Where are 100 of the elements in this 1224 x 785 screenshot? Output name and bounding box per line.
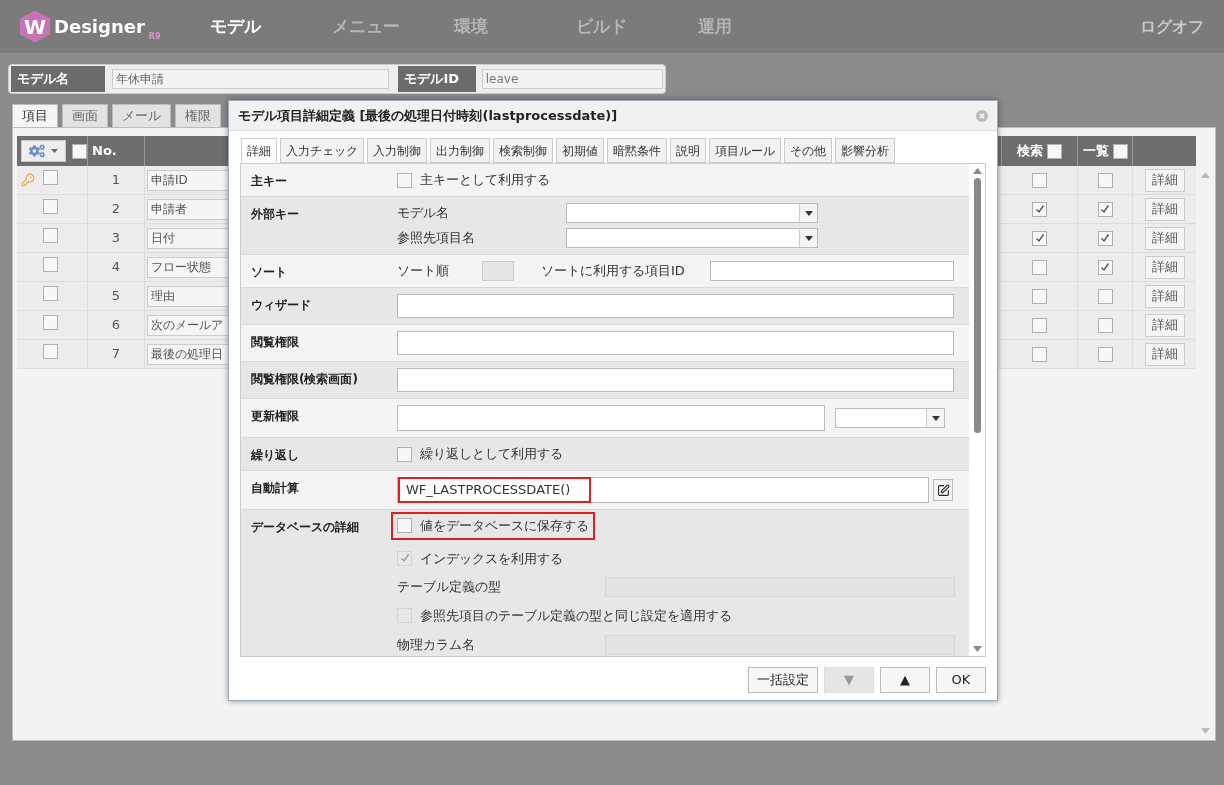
scroll-down-icon[interactable]: [972, 646, 982, 652]
detail-button[interactable]: 詳細: [1144, 197, 1185, 221]
edit-button[interactable]: [933, 479, 953, 501]
row-checkbox[interactable]: [43, 198, 58, 214]
dropdown[interactable]: [566, 203, 818, 223]
checkbox[interactable]: [397, 446, 412, 462]
row-number: 1: [88, 166, 145, 194]
item-name-field[interactable]: 申請者: [147, 198, 229, 220]
search-checkbox[interactable]: [1032, 230, 1047, 246]
model-name-field[interactable]: 年休申請: [112, 69, 390, 89]
tab[interactable]: その他: [784, 138, 832, 163]
row-checkbox[interactable]: [43, 169, 58, 185]
tab[interactable]: 入力チェック: [280, 138, 364, 163]
dropdown[interactable]: [835, 408, 945, 428]
tab[interactable]: 項目ルール: [709, 138, 781, 163]
sort-order-field[interactable]: [482, 261, 514, 281]
scroll-thumb[interactable]: [973, 178, 981, 433]
search-checkbox[interactable]: [1032, 172, 1047, 188]
field-label: モデル名: [397, 204, 450, 223]
search-checkbox[interactable]: [1032, 259, 1047, 275]
list-checkbox[interactable]: [1097, 172, 1113, 188]
detail-button[interactable]: 詳細: [1144, 313, 1185, 337]
row-number: 3: [88, 224, 145, 252]
list-checkbox[interactable]: [1097, 201, 1113, 217]
row-checkbox[interactable]: [43, 343, 58, 359]
tab[interactable]: 説明: [670, 138, 706, 163]
input-field[interactable]: [397, 368, 954, 392]
check-icon: [1100, 233, 1110, 243]
dropdown[interactable]: [566, 228, 818, 248]
detail-button[interactable]: 詳細: [1144, 284, 1185, 308]
checkbox[interactable]: [397, 172, 412, 188]
search-checkbox[interactable]: [1032, 346, 1047, 362]
list-checkbox[interactable]: [1097, 346, 1113, 362]
item-name-field[interactable]: 日付: [147, 227, 229, 249]
scroll-up-icon[interactable]: [1200, 172, 1210, 178]
field-label: 参照先項目名: [397, 229, 476, 248]
row-number: 4: [88, 253, 145, 281]
checkbox[interactable]: [397, 518, 412, 534]
row-number: 5: [88, 282, 145, 310]
dialog-button[interactable]: 一括設定: [748, 667, 818, 693]
item-name-field[interactable]: 理由: [147, 285, 229, 307]
header-checkbox[interactable]: [1112, 143, 1128, 159]
tab[interactable]: メール: [112, 104, 171, 127]
item-name-field[interactable]: フロー状態: [147, 256, 229, 278]
model-id-field[interactable]: leave: [481, 69, 663, 89]
search-checkbox[interactable]: [1032, 201, 1047, 217]
row-checkbox[interactable]: [43, 256, 58, 272]
row-label: 繰り返し: [251, 447, 300, 464]
scroll-down-icon[interactable]: [1200, 728, 1210, 734]
row-checkbox[interactable]: [43, 285, 58, 301]
list-checkbox[interactable]: [1097, 259, 1113, 275]
check-icon: [1034, 233, 1045, 243]
tab[interactable]: 項目: [12, 104, 58, 127]
tab[interactable]: 影響分析: [835, 138, 895, 163]
tab[interactable]: 権限: [175, 104, 221, 127]
header-checkbox[interactable]: [1047, 143, 1062, 159]
input-field[interactable]: [397, 405, 825, 431]
check-icon: [1100, 262, 1110, 272]
nav-item[interactable]: モデル: [210, 13, 332, 40]
list-checkbox[interactable]: [1097, 317, 1113, 333]
field-label: ソートに利用する項目ID: [541, 262, 686, 281]
settings-dropdown[interactable]: [21, 140, 66, 162]
tab[interactable]: 入力制御: [367, 138, 427, 163]
tab[interactable]: 検索制御: [493, 138, 553, 163]
search-checkbox[interactable]: [1032, 288, 1047, 304]
detail-button[interactable]: 詳細: [1144, 226, 1185, 250]
row-checkbox[interactable]: [43, 314, 58, 330]
tab[interactable]: 画面: [62, 104, 108, 127]
item-name-field[interactable]: 次のメールア: [147, 314, 229, 336]
item-name-field[interactable]: 申請ID: [147, 169, 229, 191]
dialog-button[interactable]: OK: [936, 667, 986, 693]
search-checkbox[interactable]: [1032, 317, 1047, 333]
close-icon[interactable]: [976, 109, 988, 122]
tab[interactable]: 暗黙条件: [607, 138, 667, 163]
dialog-button[interactable]: ▲: [880, 667, 930, 693]
tab[interactable]: 詳細: [241, 138, 277, 163]
detail-button[interactable]: 詳細: [1144, 168, 1185, 192]
scroll-up-icon[interactable]: [972, 168, 982, 174]
row-checkbox[interactable]: [43, 227, 58, 243]
field-label: モデル名: [11, 66, 106, 92]
gears-icon: [29, 144, 45, 158]
formula-field[interactable]: WF_LASTPROCESSDATE(): [397, 477, 929, 503]
input-field[interactable]: [710, 261, 954, 281]
tab[interactable]: 出力制御: [430, 138, 490, 163]
field-label: テーブル定義の型: [397, 578, 502, 597]
row-label: ウィザード: [251, 297, 312, 314]
logo-version: R9: [148, 30, 161, 43]
item-name-field[interactable]: 最後の処理日: [147, 343, 229, 365]
input-field[interactable]: [397, 331, 954, 355]
list-checkbox[interactable]: [1097, 288, 1113, 304]
detail-button[interactable]: 詳細: [1144, 342, 1185, 366]
column-header: 一覧: [1082, 142, 1109, 161]
input-field[interactable]: [397, 294, 954, 318]
detail-button[interactable]: 詳細: [1144, 255, 1185, 279]
tab[interactable]: 初期値: [556, 138, 604, 163]
select-all-checkbox[interactable]: [72, 143, 87, 159]
check-icon: [1100, 204, 1110, 214]
edit-icon: [936, 483, 950, 497]
list-checkbox[interactable]: [1097, 230, 1113, 246]
checkbox-label: 主キーとして利用する: [420, 171, 550, 190]
